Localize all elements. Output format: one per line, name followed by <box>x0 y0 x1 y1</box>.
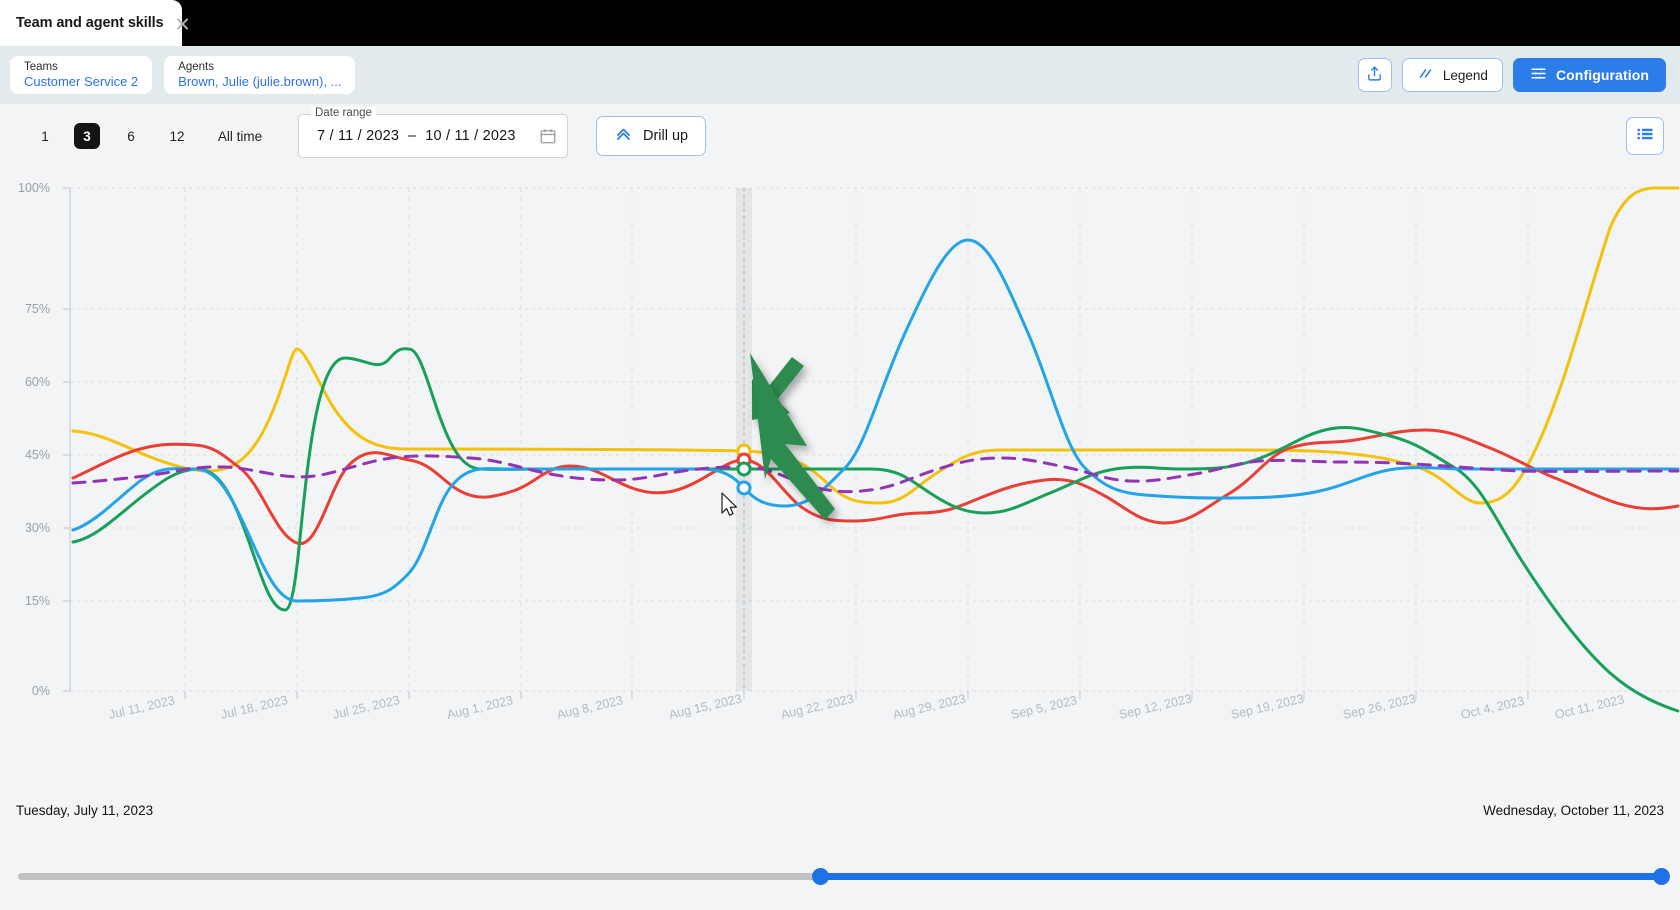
period-option-3[interactable]: 3 <box>74 123 100 149</box>
sliders-icon <box>1530 65 1547 85</box>
filter-teams-label: Teams <box>24 60 138 74</box>
drill-up-button[interactable]: Drill up <box>596 116 706 156</box>
x-tick-label: Aug 29, 2023 <box>892 692 968 722</box>
x-tick-label: Sep 5, 2023 <box>1010 693 1079 722</box>
export-button[interactable] <box>1358 58 1392 92</box>
controls-bar: 1 3 6 12 All time Date range 7 / 11 / 20… <box>0 104 1680 168</box>
x-gridlines <box>185 188 1528 691</box>
tab-title: Team and agent skills <box>16 15 164 31</box>
date-range-end[interactable]: 10 / 11 / 2023 <box>425 128 515 144</box>
drill-up-label: Drill up <box>643 128 688 144</box>
series-line-green <box>73 349 1678 711</box>
series-line-red <box>73 430 1678 544</box>
tab-team-and-agent-skills[interactable]: Team and agent skills <box>0 0 182 46</box>
configuration-button[interactable]: Configuration <box>1513 58 1666 92</box>
close-icon[interactable] <box>174 15 191 32</box>
y-tick-label: 45% <box>25 448 50 462</box>
calendar-icon[interactable] <box>539 127 557 145</box>
line-chart[interactable]: 100% 75% 60% 45% 30% 15% 0% <box>0 168 1680 788</box>
list-view-icon <box>1636 125 1654 148</box>
date-range-field[interactable]: Date range 7 / 11 / 2023 – 10 / 11 / 202… <box>298 114 568 158</box>
legend-button-label: Legend <box>1443 68 1488 83</box>
upload-export-icon <box>1366 65 1383 85</box>
y-axis-ticks <box>63 188 70 691</box>
y-tick-label: 0% <box>32 684 50 698</box>
series-line-average-dashed <box>73 456 1678 492</box>
x-tick-label: Sep 12, 2023 <box>1118 692 1194 722</box>
filter-bar: Teams Customer Service 2 Agents Brown, J… <box>0 46 1680 104</box>
x-tick-label: Oct 11, 2023 <box>1554 692 1626 722</box>
slider-thumb-start[interactable] <box>812 868 829 885</box>
filter-agents-label: Agents <box>178 60 341 74</box>
date-range-start[interactable]: 7 / 11 / 2023 <box>317 128 399 144</box>
x-tick-label: Oct 4, 2023 <box>1460 694 1526 722</box>
filter-agents[interactable]: Agents Brown, Julie (julie.brown), ... <box>164 56 355 94</box>
legend-button[interactable]: Legend <box>1402 58 1503 92</box>
y-tick-label: 30% <box>25 521 50 535</box>
y-tick-label: 60% <box>25 375 50 389</box>
y-tick-label: 15% <box>25 594 50 608</box>
period-option-1[interactable]: 1 <box>28 126 62 147</box>
period-option-6[interactable]: 6 <box>114 126 148 147</box>
tab-bar: Team and agent skills <box>0 0 1680 46</box>
x-tick-label: Sep 19, 2023 <box>1230 692 1306 722</box>
crosshair-marker-green[interactable] <box>738 463 750 475</box>
date-range-label: Date range <box>311 107 376 119</box>
y-tick-label: 75% <box>25 302 50 316</box>
timeline-range-slider[interactable] <box>18 866 1662 888</box>
x-tick-label: Sep 26, 2023 <box>1342 692 1418 722</box>
configuration-button-label: Configuration <box>1556 67 1649 83</box>
x-tick-label: Jul 18, 2023 <box>220 693 290 722</box>
filter-actions: Legend Configuration <box>1358 58 1680 92</box>
list-view-button[interactable] <box>1626 117 1664 155</box>
chart-container[interactable]: 100% 75% 60% 45% 30% 15% 0% <box>0 168 1680 788</box>
x-tick-labels: Jul 11, 2023 Jul 18, 2023 Jul 25, 2023 A… <box>108 692 1626 722</box>
slider-selected-range <box>820 873 1662 880</box>
x-tick-label: Aug 8, 2023 <box>556 693 625 722</box>
timeline-labels: Tuesday, July 11, 2023 Wednesday, Octobe… <box>0 803 1680 818</box>
x-tick-label: Aug 1, 2023 <box>446 693 515 722</box>
timeline-start-date: Tuesday, July 11, 2023 <box>16 803 153 818</box>
period-option-all-time[interactable]: All time <box>210 126 270 147</box>
filter-teams[interactable]: Teams Customer Service 2 <box>10 56 152 94</box>
x-tick-label: Aug 22, 2023 <box>780 692 856 722</box>
x-tick-label: Jul 11, 2023 <box>108 693 177 722</box>
period-option-12[interactable]: 12 <box>160 126 194 147</box>
filter-agents-value: Brown, Julie (julie.brown), ... <box>178 74 341 90</box>
slider-thumb-end[interactable] <box>1653 868 1670 885</box>
y-tick-label: 100% <box>18 181 50 195</box>
x-tick-label: Aug 15, 2023 <box>668 692 744 722</box>
timeline-end-date: Wednesday, October 11, 2023 <box>1483 803 1664 818</box>
filter-teams-value: Customer Service 2 <box>24 74 138 90</box>
crosshair-marker-blue[interactable] <box>738 482 750 494</box>
timeline-footer: Tuesday, July 11, 2023 Wednesday, Octobe… <box>0 788 1680 910</box>
date-range-separator: – <box>408 128 416 144</box>
x-tick-label: Jul 25, 2023 <box>332 693 402 722</box>
app-root: Team and agent skills Teams Customer Ser… <box>0 0 1680 910</box>
crosshair-markers <box>738 445 750 494</box>
mouse-cursor <box>722 493 736 515</box>
legend-slashes-icon <box>1417 65 1434 85</box>
chevrons-up-icon <box>614 124 633 148</box>
